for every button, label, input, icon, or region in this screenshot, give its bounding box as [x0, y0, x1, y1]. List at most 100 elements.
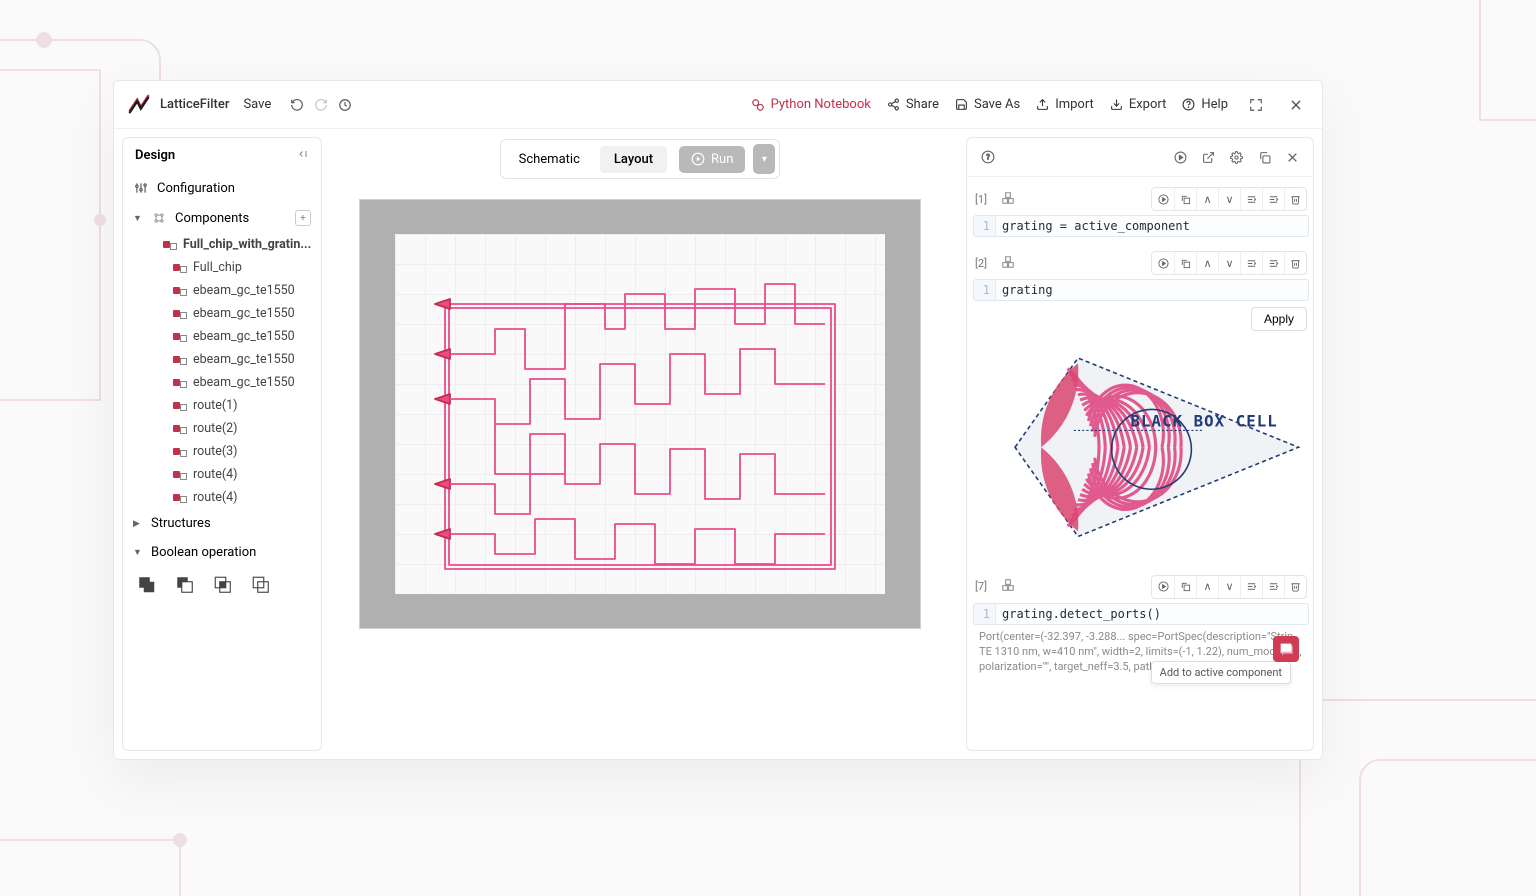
move-down-icon[interactable]: ∨ [1218, 576, 1240, 598]
run-cell-icon[interactable] [1152, 252, 1174, 274]
boolean-operations [123, 567, 321, 601]
copy-cell-icon[interactable] [1174, 576, 1196, 598]
insert-below-icon[interactable] [1262, 252, 1284, 274]
settings-icon[interactable] [1225, 146, 1247, 168]
import-button[interactable]: Import [1036, 97, 1094, 112]
notebook-header: ? [967, 138, 1313, 177]
move-down-icon[interactable]: ∨ [1218, 188, 1240, 210]
insert-above-icon[interactable] [1240, 252, 1262, 274]
svg-text:BLACK BOX CELL: BLACK BOX CELL [1131, 411, 1278, 430]
move-down-icon[interactable]: ∨ [1218, 252, 1240, 274]
tree-root[interactable]: Full_chip_with_gratin... [127, 233, 321, 256]
tree-item[interactable]: ebeam_gc_te1550 [127, 325, 321, 348]
notebook-cell: [1] ∧ ∨ 1 grating = active_component [973, 183, 1309, 237]
tree-item[interactable]: ebeam_gc_te1550 [127, 348, 321, 371]
undo-button[interactable] [285, 93, 309, 117]
collapse-panel-icon[interactable] [297, 148, 309, 163]
code-editor[interactable]: 1 grating [973, 279, 1309, 301]
tree-item[interactable]: route(1) [127, 394, 321, 417]
code-editor[interactable]: 1 grating.detect_ports() [973, 603, 1309, 625]
component-icon [173, 424, 187, 434]
union-icon[interactable] [137, 575, 155, 593]
design-panel: Design Configuration ▼ Components + [122, 137, 322, 751]
tree-item[interactable]: route(4) [127, 486, 321, 509]
insert-below-icon[interactable] [1262, 576, 1284, 598]
intersect-icon[interactable] [213, 575, 231, 593]
run-cell-icon[interactable] [1152, 188, 1174, 210]
move-up-icon[interactable]: ∧ [1196, 188, 1218, 210]
component-icon [173, 286, 187, 296]
notebook-cell: [2] ∧ ∨ 1 grating Apply BLACK BOX CE [973, 247, 1309, 561]
photonic-layout [395, 234, 885, 594]
fullscreen-button[interactable] [1244, 93, 1268, 117]
component-icon [173, 263, 187, 273]
component-icon [173, 309, 187, 319]
kernel-icon [1001, 255, 1015, 272]
tree-item[interactable]: route(2) [127, 417, 321, 440]
cell-toolbar: ∧ ∨ [1151, 187, 1307, 211]
close-notebook-icon[interactable] [1281, 146, 1303, 168]
app-logo-icon [128, 94, 150, 116]
cell-number: [1] [975, 193, 995, 206]
run-menu-button[interactable]: ▾ [753, 144, 775, 174]
grating-output: BLACK BOX CELL [973, 337, 1309, 558]
copy-cell-icon[interactable] [1174, 252, 1196, 274]
schematic-tab[interactable]: Schematic [505, 146, 594, 173]
run-all-icon[interactable] [1169, 146, 1191, 168]
insert-above-icon[interactable] [1240, 188, 1262, 210]
close-button[interactable] [1284, 93, 1308, 117]
tree-item[interactable]: ebeam_gc_te1550 [127, 302, 321, 325]
tree-item[interactable]: ebeam_gc_te1550 [127, 371, 321, 394]
open-external-icon[interactable] [1197, 146, 1219, 168]
design-panel-header: Design [123, 138, 321, 173]
tree-item[interactable]: Full_chip [127, 256, 321, 279]
component-icon [173, 332, 187, 342]
delete-cell-icon[interactable] [1284, 576, 1306, 598]
add-component-button[interactable]: + [295, 210, 311, 226]
view-toggle: Schematic Layout Run ▾ [500, 139, 781, 179]
boolean-row[interactable]: ▼ Boolean operation [123, 538, 321, 567]
configuration-row[interactable]: Configuration [123, 173, 321, 203]
history-button[interactable] [333, 93, 357, 117]
layout-canvas[interactable] [359, 199, 921, 629]
insert-above-icon[interactable] [1240, 576, 1262, 598]
export-button[interactable]: Export [1110, 97, 1167, 112]
xor-icon[interactable] [251, 575, 269, 593]
structures-row[interactable]: ▶ Structures [123, 509, 321, 538]
cell-number: [2] [975, 257, 995, 270]
layout-tab[interactable]: Layout [600, 146, 667, 173]
tree-item[interactable]: ebeam_gc_te1550 [127, 279, 321, 302]
notebook-help-icon[interactable]: ? [977, 146, 999, 168]
tree-item[interactable]: route(4) [127, 463, 321, 486]
redo-button[interactable] [309, 93, 333, 117]
python-notebook-link[interactable]: Python Notebook [751, 97, 871, 112]
components-icon [151, 210, 167, 226]
move-up-icon[interactable]: ∧ [1196, 576, 1218, 598]
delete-cell-icon[interactable] [1284, 188, 1306, 210]
subtract-icon[interactable] [175, 575, 193, 593]
apply-button[interactable]: Apply [1251, 307, 1307, 331]
kernel-icon [1001, 578, 1015, 595]
component-icon [173, 447, 187, 457]
save-button[interactable]: Save [243, 97, 271, 112]
copy-cell-icon[interactable] [1174, 188, 1196, 210]
copy-icon[interactable] [1253, 146, 1275, 168]
insert-below-icon[interactable] [1262, 188, 1284, 210]
share-button[interactable]: Share [887, 97, 939, 112]
component-icon [163, 240, 177, 250]
component-icon [173, 470, 187, 480]
run-cell-icon[interactable] [1152, 576, 1174, 598]
document-title: LatticeFilter [160, 97, 229, 112]
help-button[interactable]: Help [1182, 97, 1228, 112]
feedback-fab[interactable] [1273, 636, 1299, 662]
tree-item[interactable]: route(3) [127, 440, 321, 463]
save-as-button[interactable]: Save As [955, 97, 1020, 112]
delete-cell-icon[interactable] [1284, 252, 1306, 274]
components-row[interactable]: ▼ Components + [123, 203, 321, 233]
component-icon [173, 378, 187, 388]
run-button[interactable]: Run [679, 146, 745, 173]
component-icon [173, 355, 187, 365]
move-up-icon[interactable]: ∧ [1196, 252, 1218, 274]
canvas-area: Schematic Layout Run ▾ [322, 129, 958, 759]
code-editor[interactable]: 1 grating = active_component [973, 215, 1309, 237]
